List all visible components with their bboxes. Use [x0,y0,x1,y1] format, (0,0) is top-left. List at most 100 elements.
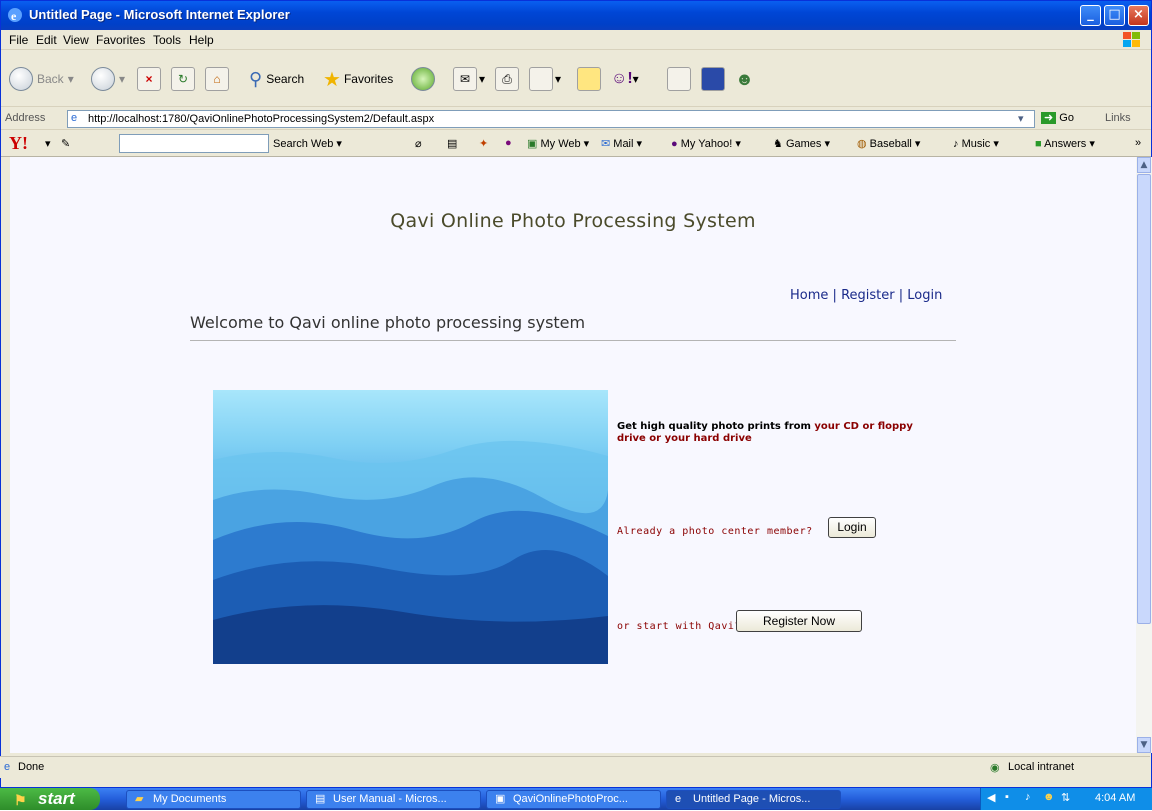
network-icon[interactable]: ▪ [1005,791,1009,803]
go-button[interactable]: ➜ Go [1041,111,1074,124]
scroll-thumb[interactable] [1137,174,1151,624]
note-icon [577,67,601,91]
menu-tools[interactable]: Tools [153,33,181,47]
menu-favorites[interactable]: Favorites [96,33,145,47]
favorites-star-icon: ★ [323,68,341,91]
mountain-hero-image [213,390,608,664]
volume-icon[interactable]: ♪ [1025,791,1031,803]
mail-button[interactable]: ✉ ▾ [453,62,485,96]
refresh-icon: ↻ [171,67,195,91]
windows-flag-icon: ⚑ [14,792,27,808]
refresh-button[interactable]: ↻ [171,62,195,96]
popup-blocker-icon[interactable]: ✦ [479,137,488,150]
favorites-button[interactable]: ★ Favorites [323,62,393,96]
minimize-button[interactable]: _ [1080,5,1101,26]
menu-edit[interactable]: Edit [36,33,57,47]
tray-expand-icon[interactable]: ◀ [987,791,995,804]
security-zone: Local intranet [1008,761,1075,773]
site-title: Qavi Online Photo Processing System [390,210,756,232]
register-now-button[interactable]: Register Now [736,610,862,632]
print-button[interactable]: ⎙ [495,62,519,96]
search-web-button[interactable]: Search Web ▾ [273,137,342,150]
yahoo-music[interactable]: ♪ Music ▾ [953,137,999,150]
yahoo-games[interactable]: ♞ Games ▾ [773,137,830,150]
vertical-scrollbar[interactable]: ▲ ▼ [1136,157,1152,753]
contacts-button[interactable]: ☻ [735,62,754,96]
url-text: http://localhost:1780/QaviOnlinePhotoPro… [88,113,435,125]
go-arrow-icon: ➜ [1041,112,1057,124]
clock: 4:04 AM [1095,792,1136,804]
keyhole-icon [701,67,725,91]
sync-icon[interactable]: ⇅ [1061,791,1070,804]
search-button[interactable]: ⚲ Search [249,62,304,96]
yahoo-menu-icon[interactable]: ▤ [447,137,457,150]
menu-file[interactable]: File [9,33,28,47]
messenger-tray-icon[interactable]: ☻ [1043,791,1055,803]
login-link[interactable]: Login [907,288,942,303]
task-qavi-project[interactable]: ▣ QaviOnlinePhotoProc... [486,790,661,809]
search-icon: ⚲ [249,68,263,89]
title-bar[interactable]: e Untitled Page - Microsoft Internet Exp… [1,1,1151,30]
scroll-down-icon[interactable]: ▼ [1137,737,1151,753]
maximize-button[interactable]: □ [1104,5,1125,26]
home-link[interactable]: Home [790,288,828,303]
messenger-button[interactable]: ☺! ▾ [611,62,639,96]
yahoo-search-input[interactable] [119,134,269,153]
stop-icon: × [137,67,161,91]
back-button[interactable]: Back ▾ [9,62,74,96]
yahoo-answers[interactable]: ■ Answers ▾ [1035,137,1095,150]
back-arrow-icon [9,67,33,91]
yahoo-my-yahoo[interactable]: ● My Yahoo! ▾ [671,137,741,150]
task-user-manual[interactable]: ▤ User Manual - Micros... [306,790,481,809]
security-button[interactable] [701,62,725,96]
start-question: or start with Qavi? [617,621,741,632]
member-question: Already a photo center member? [617,526,813,537]
highlight-icon[interactable]: ⌀ [415,137,422,150]
address-input[interactable]: e http://localhost:1780/QaviOnlinePhotoP… [67,110,1035,128]
welcome-heading: Welcome to Qavi online photo processing … [190,313,586,332]
forward-button[interactable]: ▾ [91,62,125,96]
home-icon: ⌂ [205,67,229,91]
page-icon: e [71,112,78,124]
mountain-ridges-graphic [213,440,608,664]
stop-button[interactable]: × [137,62,161,96]
windows-logo-icon [1123,32,1140,47]
yahoo-my-web[interactable]: ▣ My Web ▾ [527,137,589,150]
promo-text: Get high quality photo prints from your … [617,421,913,444]
system-tray: ◀ ▪ ♪ ☻ ⇅ 4:04 AM [980,788,1152,810]
visual-studio-icon: ▣ [495,793,506,805]
menu-view[interactable]: View [63,33,89,47]
task-untitled-page[interactable]: e Untitled Page - Micros... [666,790,841,809]
mail-icon: ✉ [453,67,477,91]
standard-toolbar: Back ▾ ▾ × ↻ ⌂ ⚲ Search ★ Favorites ✉ ▾ ⎙ … [1,51,1151,107]
status-bar: e Done ◉ Local intranet [0,756,1150,778]
address-dropdown-icon[interactable]: ▾ [1018,112,1024,125]
start-button[interactable]: ⚑ start [0,788,100,810]
status-text: Done [18,761,45,773]
toolbar-overflow-icon[interactable]: » [1135,137,1141,149]
anti-spy-icon[interactable]: ● [505,137,512,149]
links-label[interactable]: Links [1105,112,1131,124]
research-button[interactable] [667,62,691,96]
address-bar: Address e http://localhost:1780/QaviOnli… [1,108,1151,130]
yahoo-logo-icon[interactable]: Y! [9,133,28,154]
yahoo-baseball[interactable]: ◍ Baseball ▾ [857,137,920,150]
home-button[interactable]: ⌂ [205,62,229,96]
task-my-documents[interactable]: ▰ My Documents [126,790,301,809]
edit-icon [529,67,553,91]
discuss-button[interactable] [577,62,601,96]
menu-help[interactable]: Help [189,33,214,47]
pencil-icon[interactable]: ✎ [61,137,70,150]
edit-button[interactable]: ▾ [529,62,561,96]
yahoo-mail[interactable]: ✉ Mail ▾ [601,137,642,150]
page-viewport: Qavi Online Photo Processing System Home… [10,157,1136,753]
history-button[interactable] [411,62,439,96]
forward-arrow-icon [91,67,115,91]
scroll-up-icon[interactable]: ▲ [1137,157,1151,173]
research-icon [667,67,691,91]
register-link[interactable]: Register [841,288,895,303]
divider [190,340,956,341]
close-button[interactable]: × [1128,5,1149,26]
login-button[interactable]: Login [828,517,876,538]
yahoo-dropdown-icon[interactable]: ▾ [45,137,51,150]
